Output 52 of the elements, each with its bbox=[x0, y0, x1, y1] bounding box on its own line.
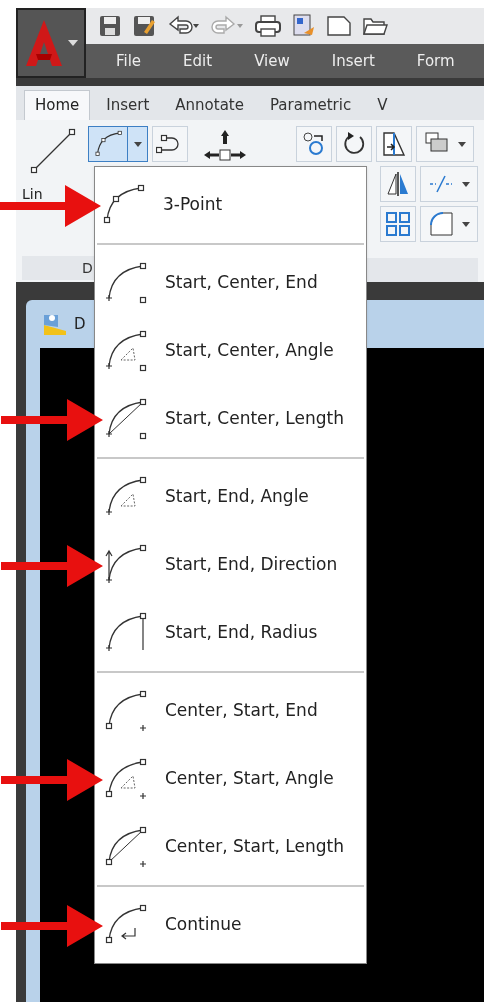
copy-button[interactable] bbox=[296, 126, 332, 162]
caret-icon bbox=[133, 141, 142, 147]
app-logo-button[interactable] bbox=[16, 8, 86, 78]
arc-menu-item[interactable]: Start, Center, Length bbox=[97, 385, 364, 453]
rotate-button[interactable] bbox=[336, 126, 372, 162]
logo-icon bbox=[24, 18, 64, 68]
arc-menu-item[interactable]: Start, Center, End bbox=[97, 249, 364, 317]
new-file-icon[interactable] bbox=[326, 14, 352, 38]
ribbon-tab[interactable]: Insert bbox=[96, 90, 160, 120]
arc-menu-item[interactable]: Start, End, Direction bbox=[97, 531, 364, 599]
stretch-icon bbox=[380, 130, 408, 158]
array-button[interactable] bbox=[380, 206, 416, 242]
menu-item[interactable]: File bbox=[116, 49, 142, 73]
fillet-button[interactable] bbox=[420, 206, 478, 242]
arc-icon bbox=[92, 129, 124, 159]
draw-order-button[interactable] bbox=[416, 126, 474, 162]
line-label: Lin bbox=[22, 185, 43, 204]
panel-title: D bbox=[82, 258, 93, 278]
arc-menu-item[interactable]: 3-Point bbox=[95, 171, 366, 239]
ribbon-tab[interactable]: Parametric bbox=[259, 90, 362, 120]
grid-icon bbox=[385, 211, 411, 237]
arc-menu-item[interactable]: Center, Start, Length bbox=[97, 813, 364, 881]
save-as-icon[interactable] bbox=[132, 14, 156, 38]
caret-icon bbox=[462, 221, 470, 227]
menu-item[interactable]: Form bbox=[416, 49, 455, 73]
folder-icon[interactable] bbox=[362, 15, 388, 37]
arc-menu-item[interactable]: Start, End, Radius bbox=[97, 599, 364, 667]
menu-item[interactable]: Insert bbox=[331, 49, 375, 73]
polyline-button[interactable] bbox=[152, 126, 188, 162]
menu-item[interactable]: View bbox=[254, 49, 290, 73]
ribbon-tab[interactable]: V bbox=[367, 90, 398, 120]
ribbon-tab[interactable]: Home bbox=[24, 90, 91, 120]
publish-icon[interactable] bbox=[292, 13, 316, 39]
mirror-button[interactable] bbox=[380, 166, 416, 202]
caret-icon bbox=[68, 40, 78, 46]
print-icon[interactable] bbox=[254, 14, 282, 38]
dashed-line-icon bbox=[428, 174, 454, 194]
line-icon[interactable] bbox=[28, 126, 78, 176]
arc-split-button[interactable] bbox=[88, 126, 148, 162]
arc-menu-item[interactable]: Start, End, Angle bbox=[97, 463, 364, 531]
save-icon[interactable] bbox=[98, 14, 122, 38]
arc-menu-item[interactable]: Continue bbox=[97, 891, 364, 959]
arc-menu-item[interactable]: Center, Start, End bbox=[97, 677, 364, 745]
arc-menu-item[interactable]: Center, Start, Angle bbox=[97, 745, 364, 813]
stretch-button[interactable] bbox=[376, 126, 412, 162]
menu-item[interactable]: Edit bbox=[183, 49, 213, 73]
document-title: D bbox=[74, 313, 86, 335]
fillet-icon bbox=[428, 211, 454, 237]
ribbon-tab[interactable]: Annotate bbox=[165, 90, 254, 120]
caret-icon bbox=[462, 181, 470, 187]
arc-menu-item[interactable]: Start, Center, Angle bbox=[97, 317, 364, 385]
caret-icon bbox=[458, 141, 466, 147]
